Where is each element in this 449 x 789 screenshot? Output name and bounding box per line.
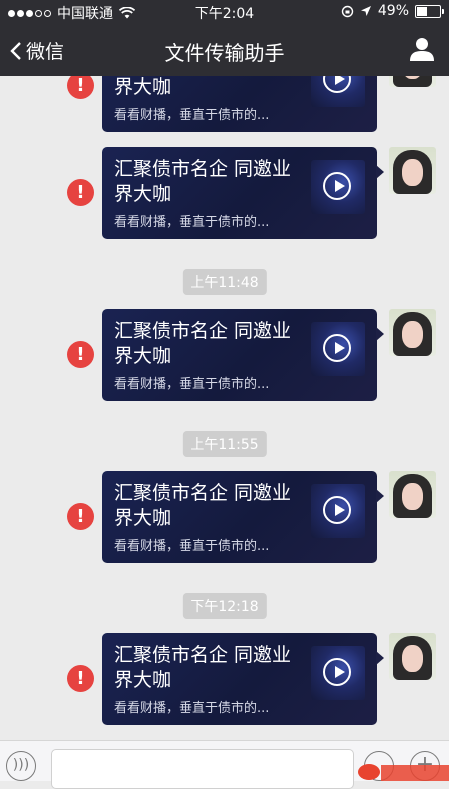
video-card[interactable]: 汇聚债市名企 同邀业界大咖 看看财播，垂直于债市的... (102, 633, 384, 725)
chat-area[interactable]: ! 汇聚债市名企 同邀业界大咖 看看财播，垂直于债市的... ! 汇聚债市名企 … (0, 76, 449, 740)
avatar[interactable] (389, 147, 436, 194)
message-item: ! 汇聚债市名企 同邀业界大咖 看看财播，垂直于债市的... (0, 309, 449, 401)
video-card[interactable]: 汇聚债市名企 同邀业界大咖 看看财播，垂直于债市的... (102, 76, 377, 132)
play-icon (323, 334, 351, 362)
send-failed-icon[interactable]: ! (67, 665, 94, 692)
message-item: ! 汇聚债市名企 同邀业界大咖 看看财播，垂直于债市的... (0, 147, 449, 239)
video-thumbnail (311, 646, 365, 700)
card-title: 汇聚债市名企 同邀业界大咖 (114, 644, 292, 691)
video-thumbnail (311, 160, 365, 214)
card-description: 看看财播，垂直于债市的... (114, 539, 270, 554)
video-thumbnail (311, 76, 365, 107)
input-bar: ))) + (0, 740, 449, 789)
avatar[interactable] (389, 309, 436, 356)
page-title: 文件传输助手 (164, 41, 285, 65)
location-arrow-icon (360, 6, 371, 16)
battery-icon (415, 4, 444, 18)
person-icon[interactable] (409, 36, 435, 62)
card-title: 汇聚债市名企 同邀业界大咖 (114, 320, 292, 367)
card-description: 看看财播，垂直于债市的... (114, 377, 270, 392)
rotation-lock-icon (341, 5, 354, 17)
card-title: 汇聚债市名企 同邀业界大咖 (114, 158, 292, 205)
card-description: 看看财播，垂直于债市的... (114, 108, 270, 123)
send-failed-icon[interactable]: ! (67, 503, 94, 530)
video-card[interactable]: 汇聚债市名企 同邀业界大咖 看看财播，垂直于债市的... (102, 471, 384, 563)
avatar[interactable] (389, 633, 436, 680)
timestamp: 上午11:55 (182, 431, 267, 457)
avatar[interactable] (389, 471, 436, 518)
timestamp: 上午11:48 (182, 269, 267, 295)
video-thumbnail (311, 322, 365, 376)
play-icon (323, 496, 351, 524)
send-failed-icon[interactable]: ! (67, 179, 94, 206)
video-card[interactable]: 汇聚债市名企 同邀业界大咖 看看财播，垂直于债市的... (102, 147, 384, 239)
top-bar: 中国联通 下午2:04 49% 微信 文件传输助手 (0, 0, 449, 76)
card-title: 汇聚债市名企 同邀业界大咖 (114, 76, 172, 98)
status-bar: 中国联通 下午2:04 49% (0, 0, 449, 24)
video-thumbnail (311, 484, 365, 538)
card-description: 看看财播，垂直于债市的... (114, 701, 270, 716)
video-card[interactable]: 汇聚债市名企 同邀业界大咖 看看财播，垂直于债市的... (102, 309, 384, 401)
play-icon (323, 658, 351, 686)
message-item: ! 汇聚债市名企 同邀业界大咖 看看财播，垂直于债市的... (0, 76, 449, 132)
timestamp: 下午12:18 (182, 593, 267, 619)
send-failed-icon[interactable]: ! (67, 76, 94, 99)
play-icon (323, 76, 351, 93)
card-title: 汇聚债市名企 同邀业界大咖 (114, 482, 292, 529)
play-icon (323, 172, 351, 200)
card-description: 看看财播，垂直于债市的... (114, 215, 270, 230)
nav-bar: 微信 文件传输助手 (0, 24, 449, 76)
message-input[interactable] (51, 749, 354, 789)
voice-icon[interactable]: ))) (6, 751, 36, 781)
message-item: ! 汇聚债市名企 同邀业界大咖 看看财播，垂直于债市的... (0, 633, 449, 725)
send-failed-icon[interactable]: ! (67, 341, 94, 368)
message-item: ! 汇聚债市名企 同邀业界大咖 看看财播，垂直于债市的... (0, 471, 449, 563)
battery-percent: 49% (377, 3, 409, 19)
avatar[interactable] (389, 76, 436, 87)
watermark-logo (358, 764, 449, 781)
